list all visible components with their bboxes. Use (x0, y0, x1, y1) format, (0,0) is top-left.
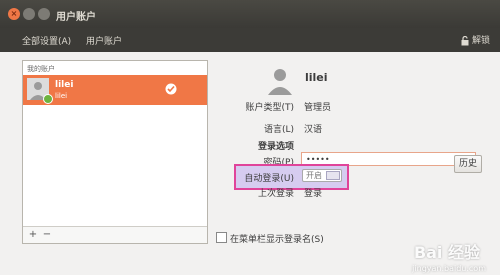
profile-user-name[interactable]: lilei (305, 71, 328, 84)
last-login-label: 上次登录 (257, 189, 294, 199)
toolbar: 全部设置(A) 用户账户 解锁 (0, 28, 500, 52)
user-login-name: lilei (55, 92, 68, 100)
show-login-name-label: 在菜单栏显示登录名(S) (230, 235, 324, 245)
close-icon: × (10, 9, 18, 18)
user-list-panel: 我的账户 lilei lilei + − (22, 60, 208, 244)
toggle-knob (326, 171, 340, 180)
language-value[interactable]: 汉语 (304, 122, 322, 135)
title-bar: × 用户账户 (0, 0, 500, 28)
online-status-icon (43, 94, 53, 104)
user-avatar-icon[interactable] (265, 65, 295, 95)
language-label: 语言(L) (263, 125, 294, 135)
account-type-label: 账户类型(T) (245, 103, 294, 113)
unlock-label: 解锁 (471, 36, 490, 46)
add-user-button[interactable]: + (27, 228, 39, 241)
watermark-logo: Bai 经验 (413, 243, 480, 262)
autologin-toggle[interactable]: 开启 (302, 169, 342, 182)
unlock-button[interactable]: 解锁 (461, 33, 490, 46)
user-name: lilei (55, 80, 74, 90)
close-button[interactable]: × (8, 8, 20, 20)
autologin-state: 开启 (306, 171, 322, 180)
login-options-heading: 登录选项 (258, 142, 295, 152)
show-login-name-checkbox[interactable]: 在菜单栏显示登录名(S) (216, 232, 324, 245)
account-type-value[interactable]: 管理员 (304, 100, 331, 113)
all-settings-link[interactable]: 全部设置(A) (22, 34, 71, 47)
last-login-value: 登录 (304, 189, 323, 199)
user-list-item[interactable]: lilei lilei (23, 75, 207, 105)
checkmark-icon (165, 83, 177, 95)
user-list-footer: + − (23, 226, 207, 243)
breadcrumb-current: 用户账户 (86, 37, 123, 47)
window-title: 用户账户 (56, 12, 96, 23)
checkbox-icon (216, 232, 227, 243)
watermark-url: jingyan.baidu.com (412, 264, 486, 273)
lock-icon (461, 35, 469, 45)
minimize-button[interactable] (23, 8, 35, 20)
autologin-label: 自动登录(U) (244, 174, 294, 184)
user-list-header: 我的账户 (27, 65, 55, 73)
history-button[interactable]: 历史 (454, 155, 482, 173)
remove-user-button[interactable]: − (41, 228, 53, 241)
maximize-button[interactable] (38, 8, 50, 20)
